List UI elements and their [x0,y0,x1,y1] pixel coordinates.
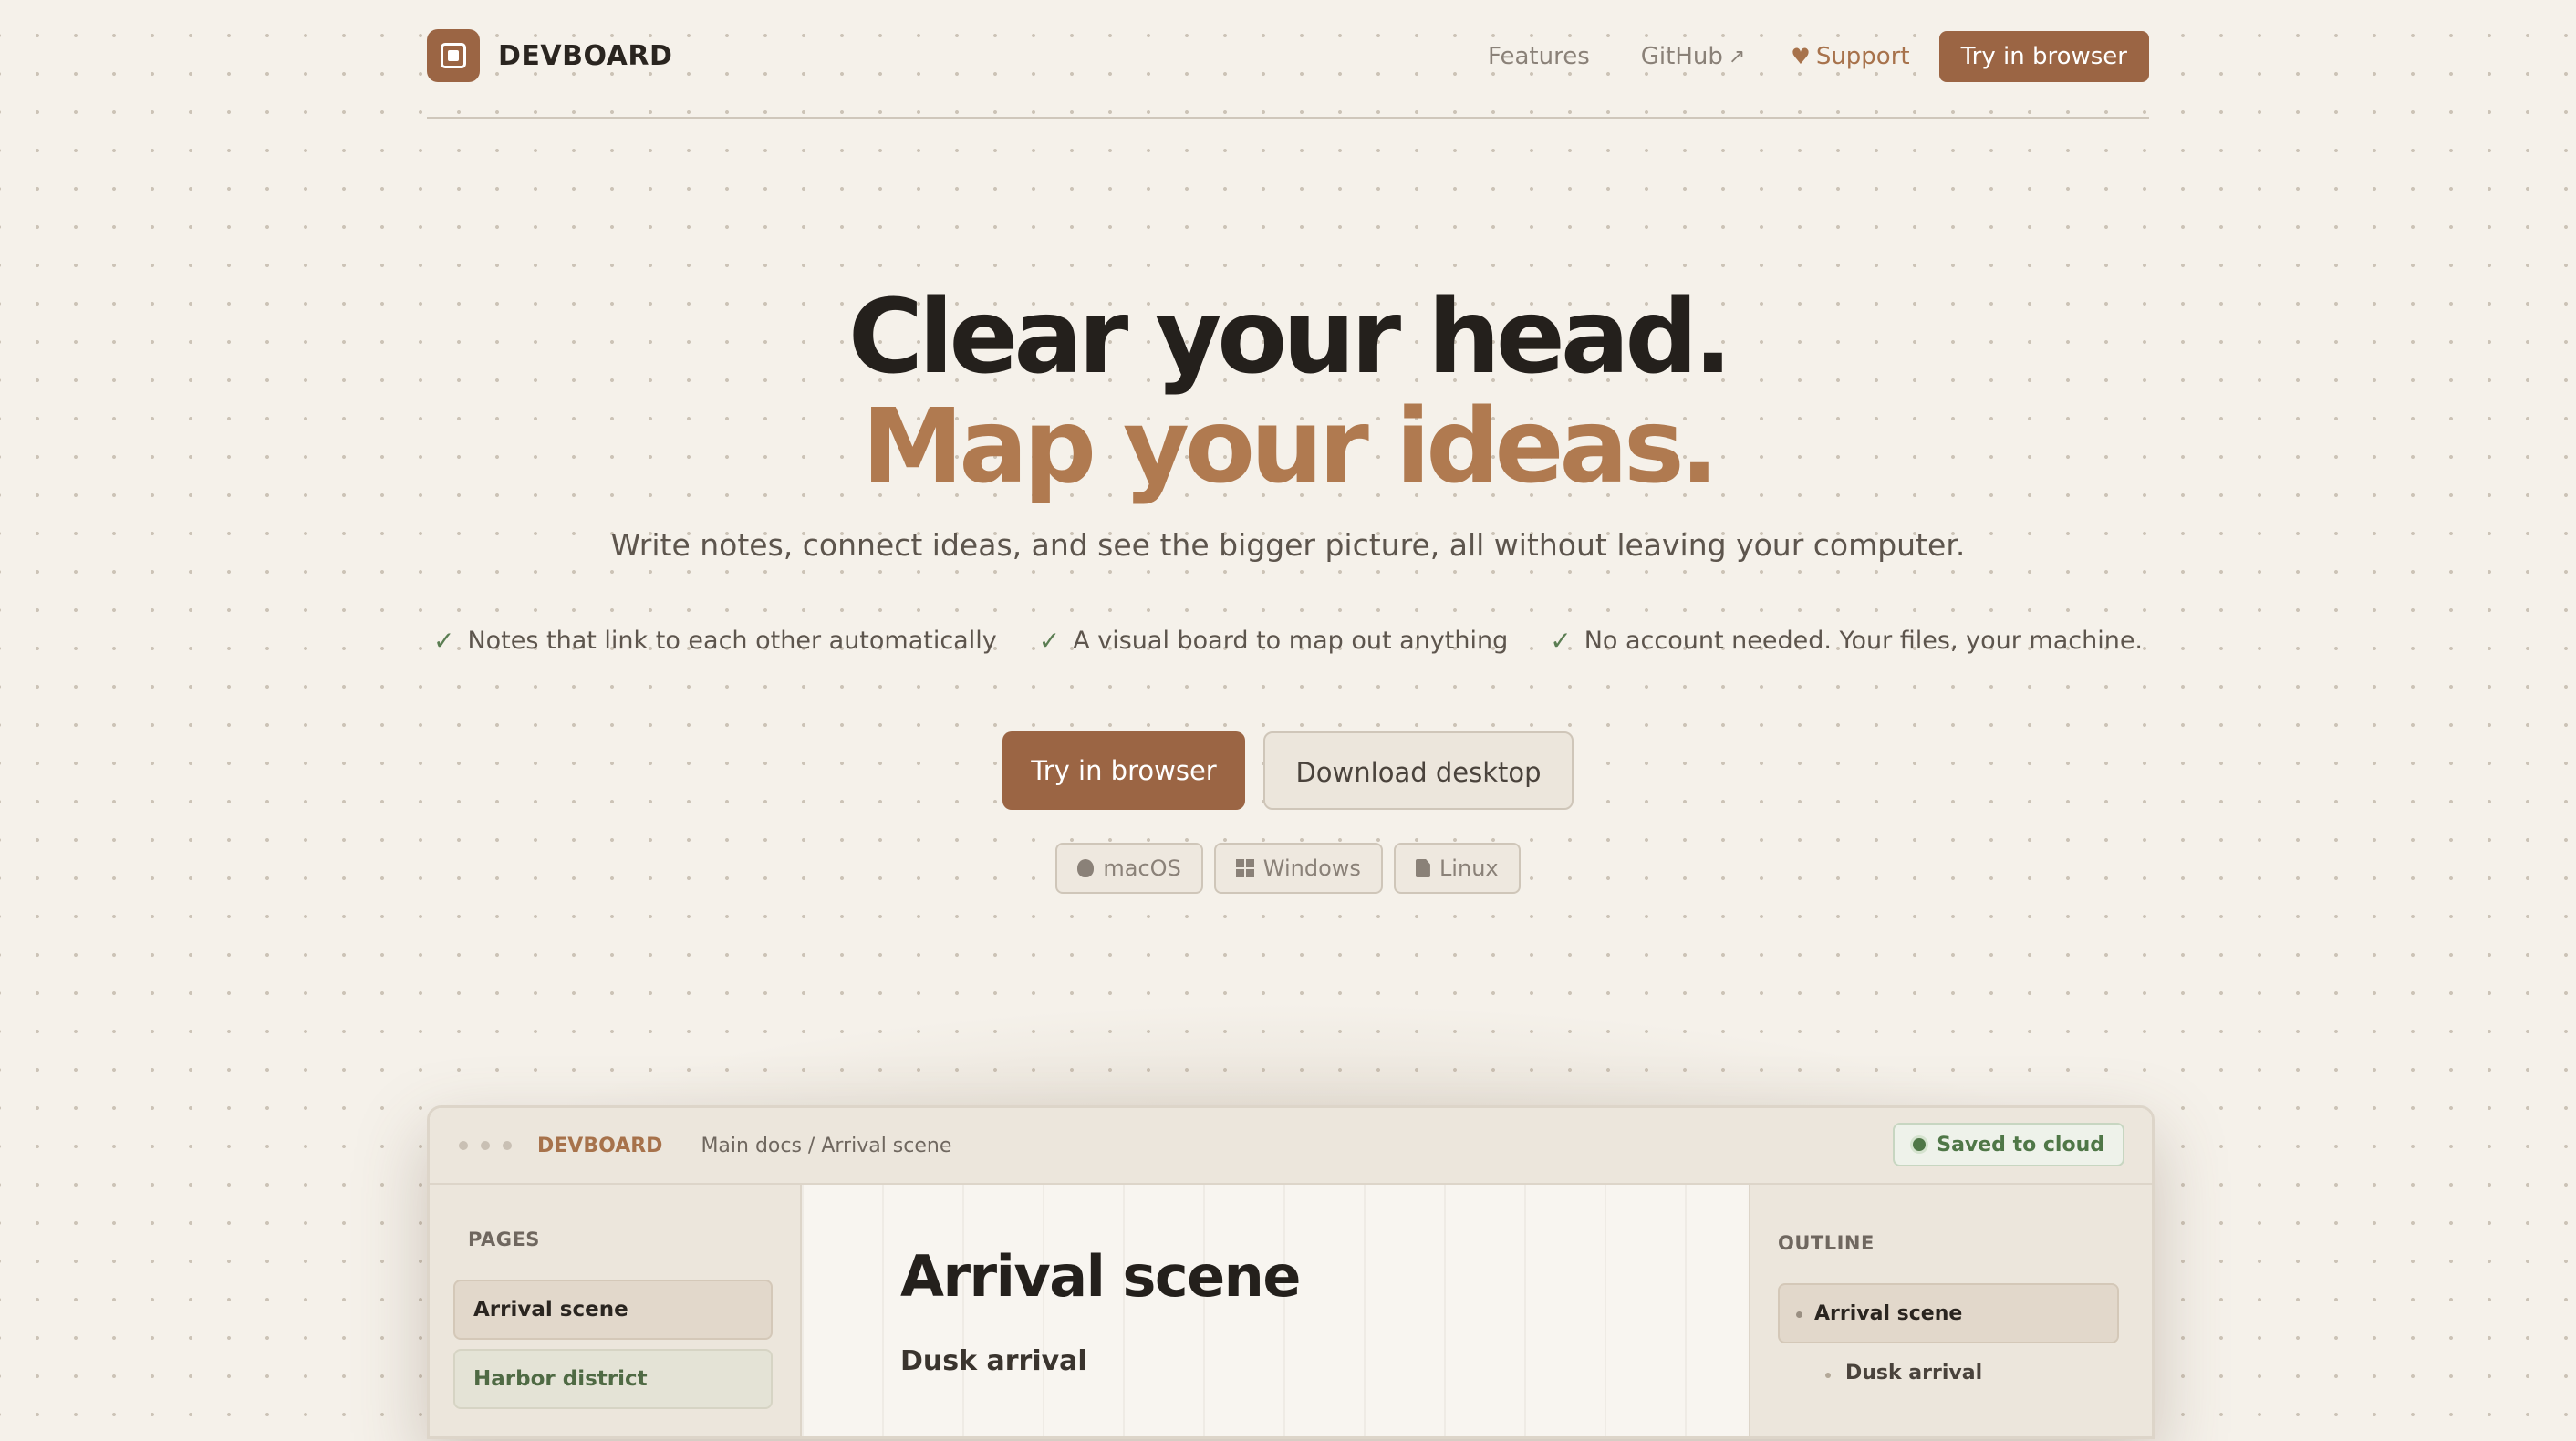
check-icon: ✓ [432,626,455,656]
nav-link-github-label: GitHub [1640,43,1723,70]
external-link-icon: ↗ [1728,45,1746,68]
feature-item: ✓ Notes that link to each other automatic… [433,626,997,656]
sidebar-item-arrival-scene[interactable]: Arrival scene [453,1280,773,1340]
feature-text: Notes that link to each other automatica… [467,627,997,655]
app-brand: DEVBOARD [537,1134,663,1157]
nav-link-support[interactable]: ♥ Support [1791,43,1909,70]
feature-item: ✓ A visual board to map out anything [1039,626,1509,656]
window-controls [459,1141,512,1150]
check-icon: ✓ [1550,626,1572,656]
try-in-browser-button[interactable]: Try in browser [1002,731,1245,810]
nav-try-browser-button[interactable]: Try in browser [1938,31,2149,82]
document-editor[interactable]: Arrival scene Dusk arrival [802,1185,1747,1436]
heart-icon: ♥ [1791,44,1811,69]
platform-label: Windows [1262,855,1361,881]
logo[interactable]: DEVBOARD [427,29,672,82]
feature-item: ✓ No account needed. Your files, your mac… [1550,626,2143,656]
document-heading: Dusk arrival [900,1345,1087,1377]
platform-linux-button[interactable]: Linux [1393,843,1521,894]
saved-status-badge: Saved to cloud [1893,1123,2124,1166]
nav-link-features[interactable]: Features [1488,43,1590,70]
file-icon [1415,859,1430,877]
app-titlebar: DEVBOARD Main docs / Arrival scene Saved… [430,1108,2152,1185]
hero-subtitle: Write notes, connect ideas, and see the … [610,527,1966,563]
window-dot-icon [459,1141,468,1150]
nav-links: Features GitHub ↗ ♥ Support Try in browser [1488,31,2149,82]
hero-headline-line2: Map your ideas. [861,388,1719,506]
nav-link-support-label: Support [1815,43,1910,70]
outline-item-dusk-arrival[interactable]: Dusk arrival [1824,1362,1982,1384]
nav-link-github[interactable]: GitHub ↗ [1636,43,1746,70]
app-preview-window: DEVBOARD Main docs / Arrival scene Saved… [427,1105,2155,1439]
platform-windows-button[interactable]: Windows [1213,843,1383,894]
outline-panel: OUTLINE Arrival scene Dusk arrival [1749,1185,2152,1436]
feature-text: A visual board to map out anything [1073,627,1509,655]
nav-link-features-label: Features [1487,43,1590,70]
hero-cta-row: Try in browser Download desktop [0,731,2576,810]
windows-icon [1235,859,1254,877]
outline-item-arrival-scene[interactable]: Arrival scene [1778,1283,2119,1343]
brand-name: DEVBOARD [498,39,673,72]
download-desktop-button[interactable]: Download desktop [1263,731,1574,810]
document-title: Arrival scene [900,1243,1301,1310]
status-dot-icon [1913,1138,1927,1151]
outline-heading: OUTLINE [1778,1232,1875,1254]
pages-heading: PAGES [468,1228,540,1250]
platform-list: macOS Windows Linux [0,843,2576,894]
top-nav: DEVBOARD Features GitHub ↗ ♥ Support Try i… [427,27,2149,119]
feature-text: No account needed. Your files, your mach… [1584,627,2144,655]
breadcrumb: Main docs / Arrival scene [701,1134,952,1157]
saved-status-label: Saved to cloud [1937,1133,2104,1156]
hero-headline-line1: Clear your head. [847,278,1732,397]
window-dot-icon [503,1141,512,1150]
check-icon: ✓ [1038,626,1061,656]
platform-label: Linux [1439,855,1499,881]
logo-icon [427,29,480,82]
platform-macos-button[interactable]: macOS [1055,843,1203,894]
platform-label: macOS [1103,855,1181,881]
window-dot-icon [481,1141,490,1150]
apple-icon [1077,859,1095,877]
pages-sidebar: PAGES Arrival scene Harbor district [430,1185,802,1436]
feature-list: ✓ Notes that link to each other automatic… [0,626,2576,656]
sidebar-item-harbor-district[interactable]: Harbor district [453,1349,773,1409]
